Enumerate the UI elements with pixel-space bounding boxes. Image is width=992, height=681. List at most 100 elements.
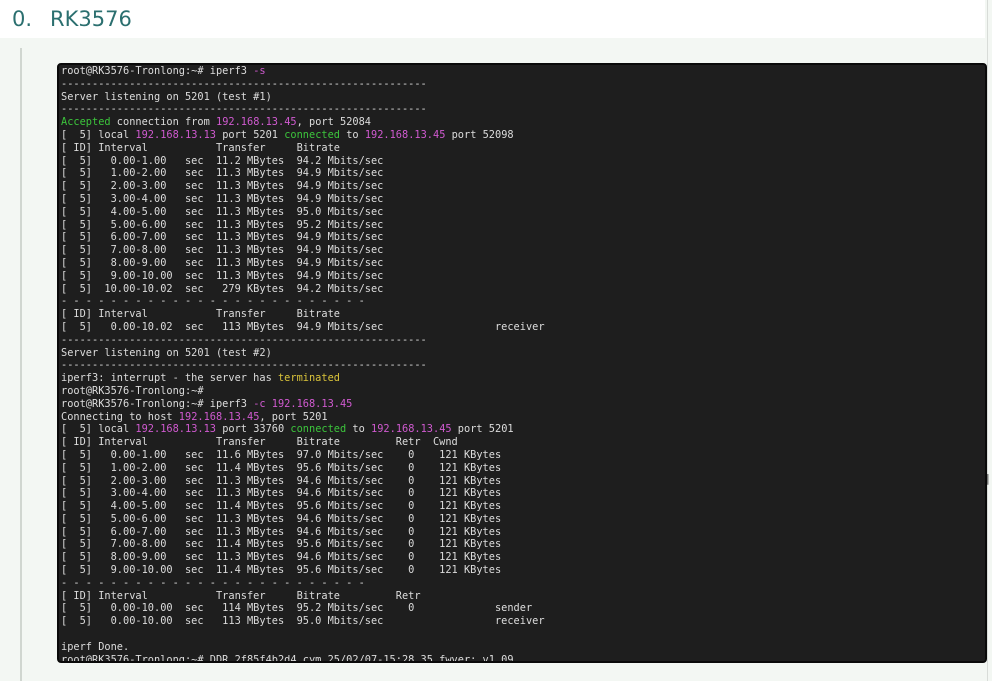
terminal-text-segment: root@RK3576-Tronlong:~#: [61, 384, 204, 397]
terminal-line: root@RK3576-Tronlong:~# iperf3 -c 192.16…: [61, 398, 985, 411]
terminal-text-segment: terminated: [277, 372, 340, 385]
page-edge-divider: [987, 0, 988, 681]
terminal-line: [ 5] 5.00-6.00 sec 11.3 MBytes 95.2 Mbit…: [61, 219, 985, 232]
terminal-line: root@RK3576-Tronlong:~# DDR 2f85f4b2d4 c…: [61, 653, 985, 663]
terminal-line: [ ID] Interval Transfer Bitrate Retr Cwn…: [61, 436, 985, 449]
terminal-line: [ 5] 3.00-4.00 sec 11.3 MBytes 94.9 Mbit…: [61, 193, 985, 206]
terminal-line: root@RK3576-Tronlong:~#: [61, 385, 985, 398]
terminal-text-segment: to: [346, 423, 372, 436]
terminal-text-segment: [ 5] 2.00-3.00 sec 11.3 MBytes 94.9 Mbit…: [61, 180, 384, 193]
terminal-text-segment: [ 5] 1.00-2.00 sec 11.4 MBytes 95.6 Mbit…: [61, 461, 502, 474]
terminal-line: [ 5] 6.00-7.00 sec 11.3 MBytes 94.9 Mbit…: [61, 231, 985, 244]
terminal-text-segment: [ 5] 0.00-10.00 sec 114 MBytes 95.2 Mbit…: [61, 602, 533, 615]
terminal-line: Accepted connection from 192.168.13.45, …: [61, 116, 985, 129]
terminal-line: [ 5] 10.00-10.02 sec 279 KBytes 94.2 Mbi…: [61, 283, 985, 296]
terminal-text-segment: [ 5] 6.00-7.00 sec 11.3 MBytes 94.9 Mbit…: [61, 231, 384, 244]
terminal-text-segment: [ 5] 3.00-4.00 sec 11.3 MBytes 94.6 Mbit…: [61, 487, 502, 500]
terminal-text-segment: [ 5] 0.00-1.00 sec 11.2 MBytes 94.2 Mbit…: [61, 154, 384, 167]
terminal-text-segment: [ 5] local: [61, 128, 136, 141]
terminal-text-segment: ----------------------------------------…: [61, 77, 427, 90]
terminal-text-segment: ----------------------------------------…: [61, 103, 427, 116]
terminal-text-segment: -c 192.168.13.45: [253, 397, 353, 410]
terminal-text-segment: [ 5] 8.00-9.00 sec 11.3 MBytes 94.6 Mbit…: [61, 551, 502, 564]
terminal-line: [ 5] 0.00-1.00 sec 11.2 MBytes 94.2 Mbit…: [61, 155, 985, 168]
terminal-text-segment: iperf3: interrupt - the server has: [61, 372, 278, 385]
terminal-text-segment: [ ID] Interval Transfer Bitrate: [61, 141, 340, 154]
terminal-line: [ 5] 4.00-5.00 sec 11.3 MBytes 95.0 Mbit…: [61, 206, 985, 219]
terminal-text-segment: connected: [290, 423, 347, 436]
terminal-line: [ 5] 0.00-1.00 sec 11.6 MBytes 97.0 Mbit…: [61, 449, 985, 462]
terminal-text-segment: [ ID] Interval Transfer Bitrate Retr Cwn…: [61, 436, 458, 449]
terminal-line: [ 5] 3.00-4.00 sec 11.3 MBytes 94.6 Mbit…: [61, 487, 985, 500]
terminal-text-segment: ----------------------------------------…: [61, 333, 427, 346]
blockquote-bar: [20, 48, 22, 681]
terminal-screenshot: root@RK3576-Tronlong:~# iperf3 -s -------…: [57, 63, 987, 663]
terminal-text-segment: [ 5] 4.00-5.00 sec 11.3 MBytes 95.0 Mbit…: [61, 205, 384, 218]
terminal-text-segment: [ 5] 2.00-3.00 sec 11.3 MBytes 94.6 Mbit…: [61, 474, 502, 487]
terminal-text-segment: [ 5] 5.00-6.00 sec 11.3 MBytes 94.6 Mbit…: [61, 512, 502, 525]
terminal-text-segment: Connecting to host: [61, 410, 179, 423]
terminal-text-segment: [ 5] 8.00-9.00 sec 11.3 MBytes 94.9 Mbit…: [61, 256, 384, 269]
terminal-line: [ 5] local 192.168.13.13 port 33760 conn…: [61, 423, 985, 436]
terminal-line: iperf Done.: [61, 641, 985, 654]
terminal-line: Server listening on 5201 (test #2): [61, 347, 985, 360]
terminal-text-segment: [ 5] 9.00-10.00 sec 11.3 MBytes 94.9 Mbi…: [61, 269, 384, 282]
terminal-text-segment: iperf Done.: [61, 640, 130, 653]
terminal-text-segment: Accepted: [61, 116, 111, 129]
terminal-line: ----------------------------------------…: [61, 359, 985, 372]
terminal-line: [ 5] 1.00-2.00 sec 11.3 MBytes 94.9 Mbit…: [61, 167, 985, 180]
terminal-text-segment: 192.168.13.45: [216, 116, 297, 129]
terminal-text-segment: port 52098: [445, 128, 514, 141]
terminal-text-segment: [ 5] 9.00-10.00 sec 11.4 MBytes 95.6 Mbi…: [61, 564, 502, 577]
terminal-text-segment: 192.168.13.13: [135, 128, 216, 141]
terminal-text-segment: port 5201: [216, 128, 285, 141]
terminal-text-segment: [ ID] Interval Transfer Bitrate Retr: [61, 589, 421, 602]
terminal-text-segment: 192.168.13.45: [371, 423, 452, 436]
terminal-text-segment: [ 5] 6.00-7.00 sec 11.3 MBytes 94.6 Mbit…: [61, 525, 502, 538]
terminal-text-segment: [ 5] local: [61, 423, 136, 436]
terminal-line: [ 5] 1.00-2.00 sec 11.4 MBytes 95.6 Mbit…: [61, 462, 985, 475]
terminal-line: [ 5] 7.00-8.00 sec 11.4 MBytes 95.6 Mbit…: [61, 538, 985, 551]
terminal-line: - - - - - - - - - - - - - - - - - - - - …: [61, 577, 985, 590]
terminal-text-segment: [ 5] 0.00-10.00 sec 113 MBytes 95.0 Mbit…: [61, 615, 545, 628]
terminal-line: - - - - - - - - - - - - - - - - - - - - …: [61, 295, 985, 308]
terminal-line: [ 5] 4.00-5.00 sec 11.4 MBytes 95.6 Mbit…: [61, 500, 985, 513]
terminal-text-segment: connected: [284, 128, 340, 141]
terminal-text-segment: port 5201: [451, 423, 514, 436]
terminal-text-segment: [ 5] 7.00-8.00 sec 11.4 MBytes 95.6 Mbit…: [61, 538, 502, 551]
terminal-line: [ 5] 9.00-10.00 sec 11.4 MBytes 95.6 Mbi…: [61, 564, 985, 577]
terminal-line: [ 5] 2.00-3.00 sec 11.3 MBytes 94.9 Mbit…: [61, 180, 985, 193]
terminal-text-segment: , port 5201: [259, 410, 328, 423]
terminal-line: [ ID] Interval Transfer Bitrate: [61, 308, 985, 321]
terminal-text-segment: root@RK3576-Tronlong:~# iperf3: [61, 65, 254, 77]
terminal-line: [ ID] Interval Transfer Bitrate Retr: [61, 590, 985, 603]
terminal-text-segment: connection from: [110, 116, 216, 129]
terminal-text-segment: [ 5] 5.00-6.00 sec 11.3 MBytes 95.2 Mbit…: [61, 218, 384, 231]
terminal-line: [ 5] local 192.168.13.13 port 5201 conne…: [61, 129, 985, 142]
terminal-line: ----------------------------------------…: [61, 334, 985, 347]
terminal-text-segment: [ 5] 7.00-8.00 sec 11.3 MBytes 94.9 Mbit…: [61, 244, 384, 257]
terminal-line: [ 5] 5.00-6.00 sec 11.3 MBytes 94.6 Mbit…: [61, 513, 985, 526]
terminal-line: [ 5] 0.00-10.00 sec 113 MBytes 95.0 Mbit…: [61, 615, 985, 628]
terminal-text-segment: [ ID] Interval Transfer Bitrate: [61, 308, 340, 321]
terminal-text-segment: Server listening on 5201 (test #1): [61, 90, 272, 103]
terminal-line: iperf3: interrupt - the server has termi…: [61, 372, 985, 385]
terminal-text-segment: [ 5] 10.00-10.02 sec 279 KBytes 94.2 Mbi…: [61, 282, 384, 295]
terminal-text-segment: root@RK3576-Tronlong:~# DDR 2f85f4b2d4 c…: [61, 653, 514, 663]
terminal-text-segment: - - - - - - - - - - - - - - - - - - - - …: [61, 576, 365, 589]
terminal-text-segment: -s: [253, 65, 266, 77]
section-heading: 0. RK3576: [0, 0, 985, 38]
section-number: 0.: [12, 7, 33, 31]
terminal-text-segment: [ 5] 1.00-2.00 sec 11.3 MBytes 94.9 Mbit…: [61, 167, 384, 180]
terminal-text-segment: 192.168.13.13: [135, 423, 216, 436]
terminal-line: [ 5] 8.00-9.00 sec 11.3 MBytes 94.6 Mbit…: [61, 551, 985, 564]
terminal-line: [ 5] 7.00-8.00 sec 11.3 MBytes 94.9 Mbit…: [61, 244, 985, 257]
terminal-text-segment: , port 52084: [296, 116, 371, 129]
terminal-text-segment: root@RK3576-Tronlong:~# iperf3: [61, 397, 254, 410]
terminal-text-segment: port 33760: [216, 423, 291, 436]
terminal-text-segment: Server listening on 5201 (test #2): [61, 346, 272, 359]
terminal-text-segment: to: [340, 128, 365, 141]
terminal-line: [ 5] 6.00-7.00 sec 11.3 MBytes 94.6 Mbit…: [61, 526, 985, 539]
terminal-text-segment: 192.168.13.45: [364, 128, 446, 141]
